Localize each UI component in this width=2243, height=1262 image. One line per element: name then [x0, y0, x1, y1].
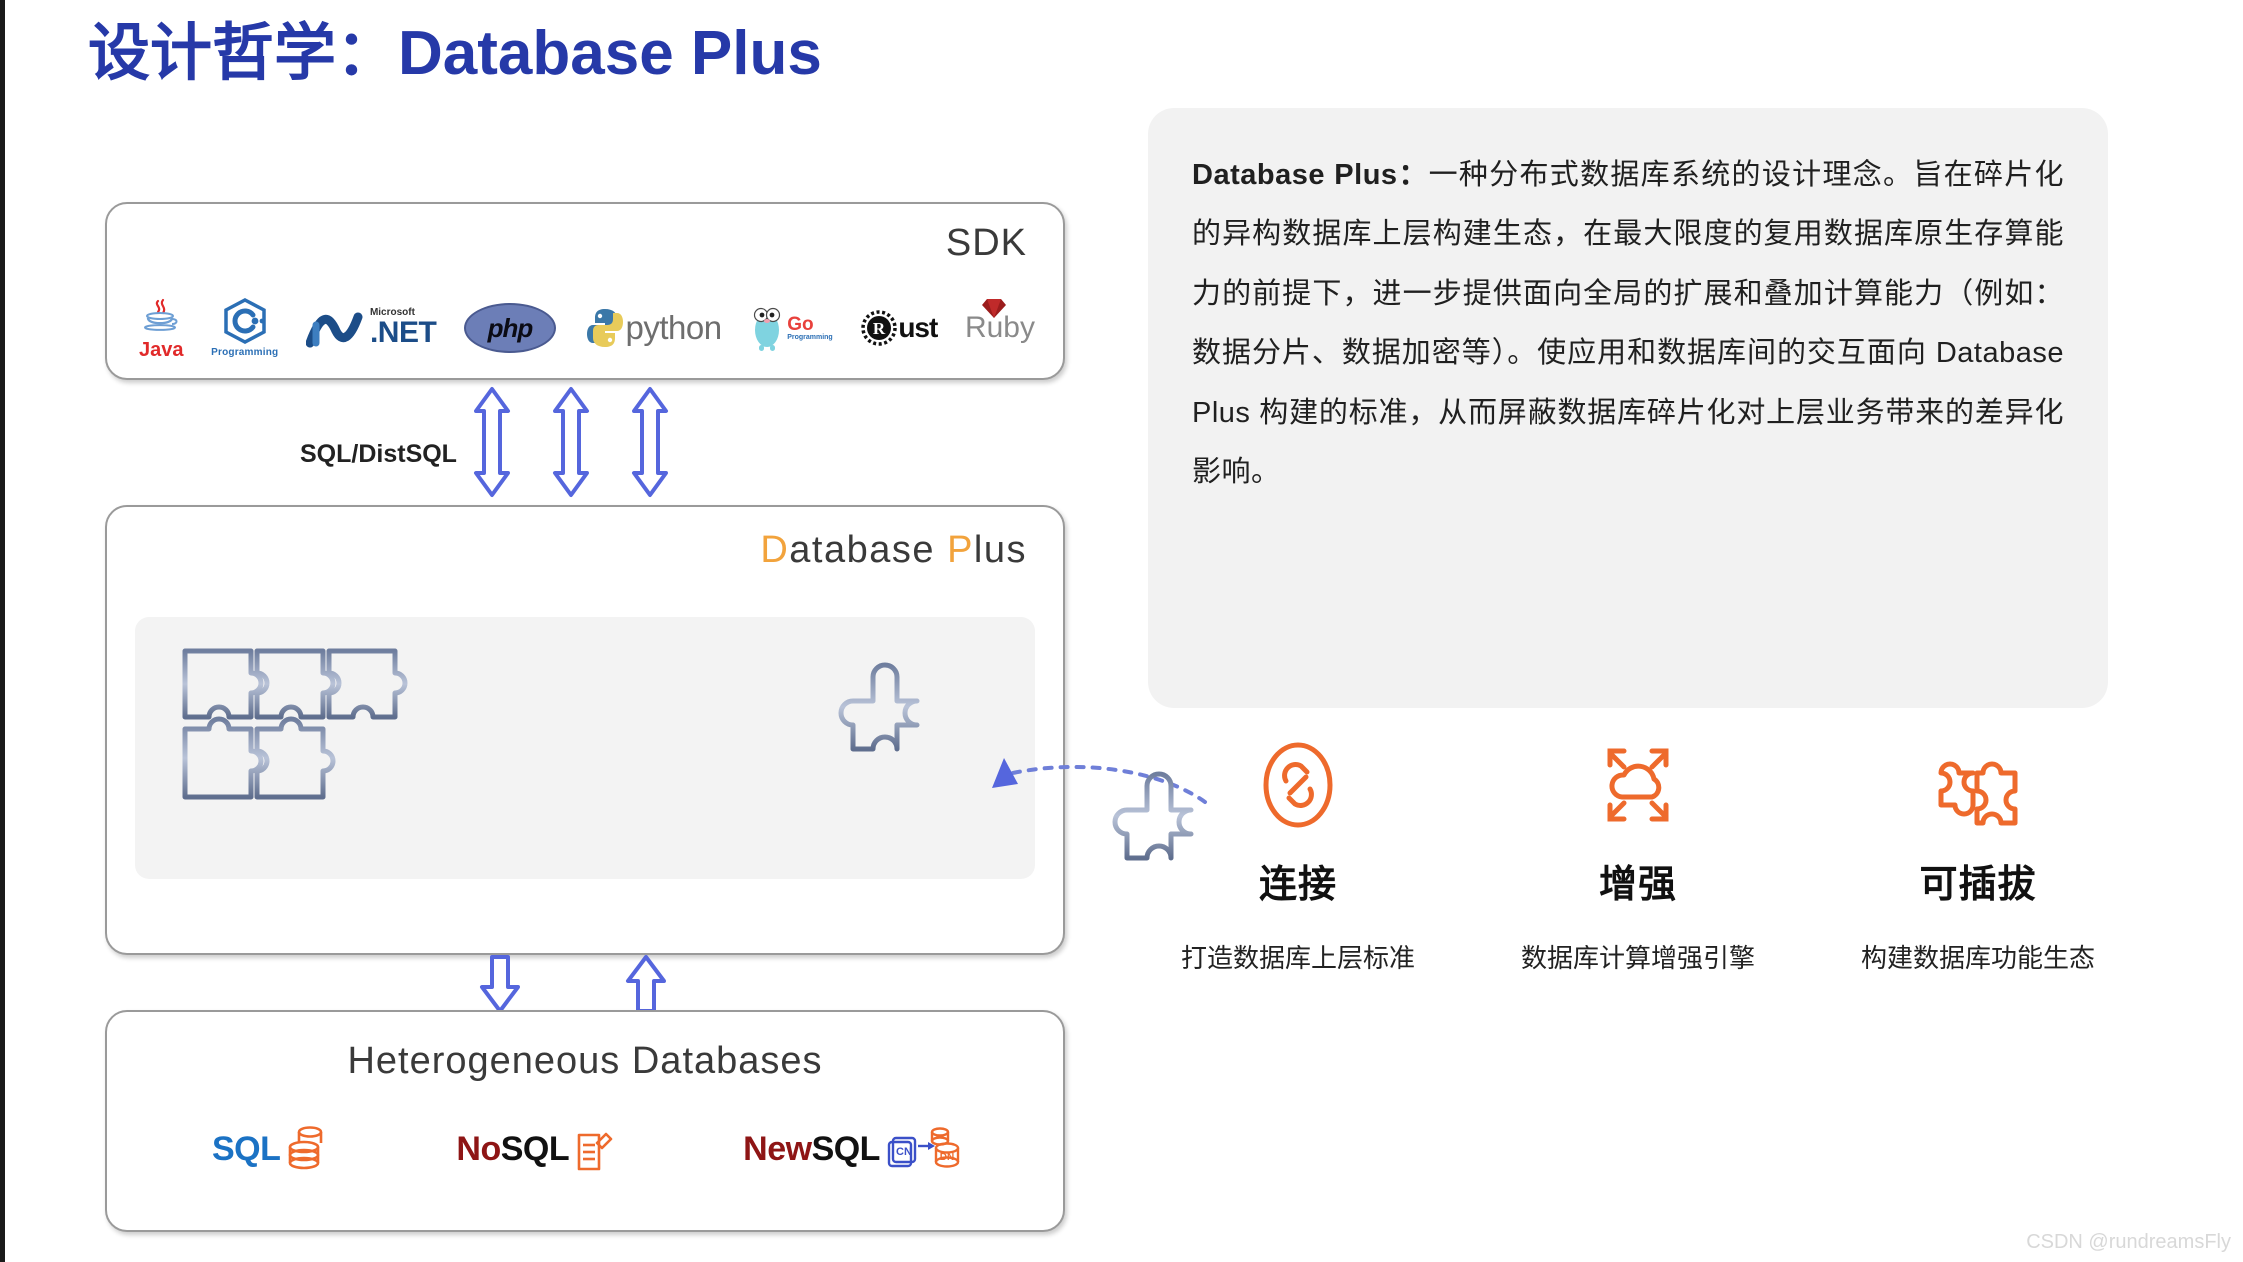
- python-label: python: [625, 309, 723, 346]
- sql-logo: SQL: [212, 1123, 326, 1175]
- feature-title: 可插拔: [1919, 864, 2037, 906]
- python-snake-icon: [586, 309, 623, 347]
- c-hexagon-icon: [223, 298, 266, 344]
- feature-caption: 构建数据库功能生态: [1860, 943, 2095, 973]
- up-arrow: [626, 955, 666, 1013]
- dotnet-label: .NET: [369, 316, 437, 349]
- feature-enhance: 增强 数据库计算增强引擎: [1488, 735, 1788, 975]
- nosql-suffix: SQL: [500, 1129, 570, 1168]
- go-sub-label: Programming: [787, 334, 833, 341]
- rust-r-glyph: R: [873, 319, 886, 338]
- nosql-label: NoSQL: [456, 1130, 569, 1169]
- feature-row: 连接 打造数据库上层标准 增强 数据库计算增强引擎 可插拔 构建数据库功能生态: [1148, 735, 2128, 975]
- top-connector-arrows: [474, 387, 668, 497]
- feature-title: 连接: [1258, 864, 1337, 906]
- wordmark-p: P: [947, 529, 974, 571]
- sdk-logo-row: Java Programming Microsoft .NET php pyth…: [125, 288, 1049, 368]
- nosql-logo: NoSQL: [456, 1123, 613, 1175]
- dotnet-logo: Microsoft .NET: [305, 293, 437, 363]
- left-edge-bar: [0, 0, 5, 1262]
- puzzle-slot-piece-icon: [838, 662, 920, 752]
- java-logo: Java: [139, 293, 184, 363]
- sdk-label: SDK: [945, 222, 1027, 264]
- document-edit-icon: [577, 1132, 613, 1171]
- double-arrow-3: [632, 387, 668, 497]
- ruby-gem-icon: [981, 299, 1006, 318]
- link-icon: [1248, 735, 1348, 835]
- feature-connect: 连接 打造数据库上层标准: [1148, 735, 1448, 975]
- description-text: Database Plus：一种分布式数据库系统的设计理念。旨在碎片化的异构数据…: [1192, 146, 2064, 503]
- watermark: CSDN @rundreamsFly: [2026, 1231, 2231, 1253]
- double-arrow-1: [474, 387, 510, 497]
- dotnet-swoosh-icon: [305, 312, 363, 348]
- database-plus-wordmark: Database Plus: [760, 529, 1027, 572]
- page-title: 设计哲学：Database Plus: [88, 19, 822, 88]
- rust-gear-icon: R: [861, 310, 898, 346]
- dn-badge-text: DN: [940, 1152, 954, 1163]
- puzzle-grid-icon: [182, 648, 408, 800]
- python-logo: python: [584, 293, 722, 363]
- feature-caption: 打造数据库上层标准: [1180, 943, 1415, 973]
- newsql-prefix: New: [743, 1129, 812, 1168]
- description-lead: Database Plus：: [1192, 159, 1429, 191]
- wordmark-d: D: [760, 529, 790, 571]
- php-logo: php: [463, 293, 556, 363]
- newsql-label: NewSQL: [743, 1130, 880, 1169]
- slide-canvas: 设计哲学：Database Plus SDK Java Programming …: [0, 0, 2243, 1262]
- c-sub-label: Programming: [211, 347, 279, 358]
- newsql-logo: NewSQL CN DN: [743, 1120, 962, 1178]
- ruby-logo: Ruby: [965, 293, 1035, 363]
- cn-dn-cluster-icon: CN DN: [887, 1127, 960, 1168]
- php-pill-shape: php: [463, 303, 556, 353]
- go-label: Go: [787, 314, 814, 335]
- bottom-connector-arrows: [480, 955, 666, 1013]
- cloud-expand-icon: [1588, 735, 1688, 835]
- feature-pluggable: 可插拔 构建数据库功能生态: [1828, 735, 2128, 975]
- feature-title: 增强: [1598, 864, 1677, 906]
- java-label: Java: [139, 338, 184, 361]
- heterogeneous-databases-panel: Heterogeneous Databases SQL NoSQL NewSQL…: [105, 1010, 1065, 1232]
- sql-label: SQL: [212, 1129, 281, 1168]
- database-plus-layer-panel: Database Plus: [105, 505, 1065, 955]
- down-arrow: [480, 955, 520, 1013]
- go-logo: Go Programming: [749, 293, 833, 363]
- puzzle-pieces-icon: [1923, 735, 2033, 835]
- nosql-prefix: No: [456, 1129, 501, 1168]
- wordmark-atabase: atabase: [789, 529, 948, 571]
- sdk-layer-panel: SDK Java Programming Microsoft .NET php …: [105, 202, 1065, 380]
- database-cylinder-icon: [289, 1126, 323, 1170]
- java-cup-icon: [144, 298, 178, 331]
- rust-label: ust: [898, 312, 938, 343]
- database-logo-row: SQL NoSQL NewSQL CN DN: [147, 1120, 1027, 1178]
- rust-logo: R ust: [860, 293, 938, 363]
- feature-caption: 数据库计算增强引擎: [1520, 943, 1755, 973]
- gopher-icon: [754, 307, 781, 351]
- database-plus-inner-area: [135, 617, 1035, 879]
- cn-badge-text: CN: [896, 1146, 912, 1158]
- c-programming-logo: Programming: [211, 293, 278, 363]
- sql-distsql-label: SQL/DistSQL: [300, 440, 457, 468]
- heterogeneous-label: Heterogeneous Databases: [347, 1040, 823, 1082]
- description-body: 一种分布式数据库系统的设计理念。旨在碎片化的异构数据库上层构建生态，在最大限度的…: [1192, 159, 2064, 489]
- description-card: Database Plus：一种分布式数据库系统的设计理念。旨在碎片化的异构数据…: [1148, 108, 2108, 708]
- double-arrow-2: [553, 387, 589, 497]
- php-label: php: [487, 312, 534, 343]
- wordmark-lus: lus: [973, 529, 1027, 571]
- newsql-suffix: SQL: [811, 1129, 881, 1168]
